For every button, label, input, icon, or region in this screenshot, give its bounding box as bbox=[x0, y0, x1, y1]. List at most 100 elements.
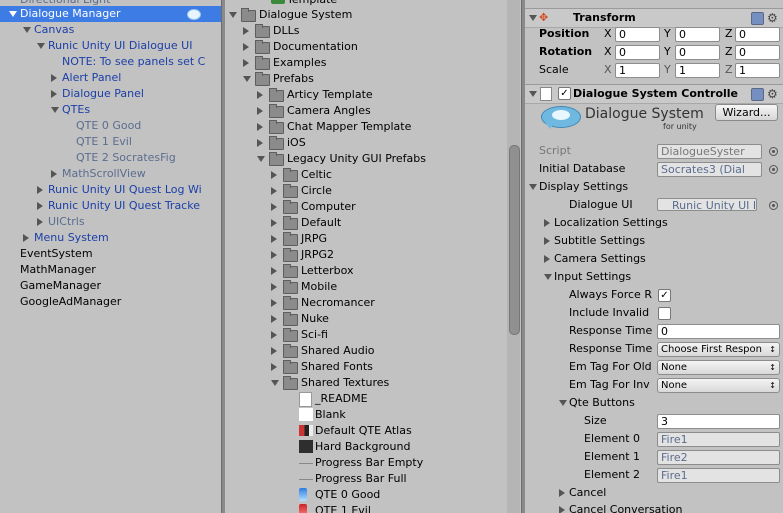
rotation-y-field[interactable]: 0 bbox=[675, 45, 720, 60]
expand-closed-icon[interactable] bbox=[257, 91, 263, 99]
project-folder[interactable]: JRPG2 bbox=[225, 247, 507, 263]
project-folder[interactable]: Camera Angles bbox=[225, 103, 507, 119]
help-icon[interactable] bbox=[751, 88, 764, 101]
expand-closed-icon[interactable] bbox=[271, 363, 277, 371]
position-y-field[interactable]: 0 bbox=[675, 27, 720, 42]
project-folder[interactable]: Shared Textures bbox=[225, 375, 507, 391]
foldout-closed-icon[interactable] bbox=[559, 489, 565, 497]
project-folder[interactable]: Prefabs bbox=[225, 71, 507, 87]
hierarchy-item[interactable]: GoogleAdManager bbox=[0, 294, 221, 310]
project-folder[interactable]: Default bbox=[225, 215, 507, 231]
display-settings-row[interactable]: Display Settings bbox=[525, 179, 783, 195]
object-picker-icon[interactable] bbox=[769, 165, 778, 174]
expand-closed-icon[interactable] bbox=[271, 219, 277, 227]
expand-closed-icon[interactable] bbox=[23, 234, 29, 242]
dsc-enabled-checkbox[interactable]: ✓ bbox=[558, 87, 571, 100]
position-z-field[interactable]: 0 bbox=[735, 27, 780, 42]
project-folder[interactable]: Celtic bbox=[225, 167, 507, 183]
project-folder[interactable]: Mobile bbox=[225, 279, 507, 295]
project-folder[interactable]: iOS bbox=[225, 135, 507, 151]
expand-closed-icon[interactable] bbox=[243, 59, 249, 67]
expand-open-icon[interactable] bbox=[257, 156, 265, 162]
dsc-foldout-icon[interactable] bbox=[529, 91, 537, 97]
hierarchy-item[interactable]: GameManager bbox=[0, 278, 221, 294]
hierarchy-item[interactable]: EventSystem bbox=[0, 246, 221, 262]
expand-closed-icon[interactable] bbox=[51, 170, 57, 178]
expand-open-icon[interactable] bbox=[243, 76, 251, 82]
response-timeout-dropdown[interactable]: Choose First Respon bbox=[657, 342, 780, 357]
project-folder[interactable]: Sci-fi bbox=[225, 327, 507, 343]
expand-closed-icon[interactable] bbox=[257, 139, 263, 147]
object-picker-icon[interactable] bbox=[769, 201, 778, 210]
initial-database-field[interactable]: Socrates3 (Dial bbox=[657, 162, 762, 177]
foldout-closed-icon[interactable] bbox=[544, 255, 550, 263]
object-picker-icon[interactable] bbox=[769, 147, 778, 156]
camera-label[interactable]: Camera Settings bbox=[554, 251, 646, 267]
hierarchy-item[interactable]: Canvas bbox=[0, 22, 221, 38]
project-asset[interactable]: Progress Bar Full bbox=[225, 471, 507, 487]
qte-element-field[interactable]: Fire1 bbox=[657, 432, 780, 447]
input-settings-label[interactable]: Input Settings bbox=[554, 269, 631, 285]
display-settings-label[interactable]: Display Settings bbox=[539, 179, 628, 195]
expand-closed-icon[interactable] bbox=[271, 347, 277, 355]
project-asset[interactable]: QTE 0 Good bbox=[225, 487, 507, 503]
expand-open-icon[interactable] bbox=[271, 380, 279, 386]
localization-label[interactable]: Localization Settings bbox=[554, 215, 668, 231]
expand-closed-icon[interactable] bbox=[271, 299, 277, 307]
project-folder[interactable]: Documentation bbox=[225, 39, 507, 55]
expand-closed-icon[interactable] bbox=[257, 123, 263, 131]
dialogue-ui-field[interactable]: Runic Unity UI I bbox=[657, 198, 757, 211]
hierarchy-item[interactable]: Runic Unity UI Dialogue UI bbox=[0, 38, 221, 54]
expand-closed-icon[interactable] bbox=[51, 74, 57, 82]
qte-buttons-row[interactable]: Qte Buttons bbox=[525, 395, 783, 411]
hierarchy-item[interactable]: Menu System bbox=[0, 230, 221, 246]
scale-y-field[interactable]: 1 bbox=[675, 63, 720, 78]
expand-closed-icon[interactable] bbox=[243, 43, 249, 51]
project-folder[interactable]: Shared Fonts bbox=[225, 359, 507, 375]
hierarchy-item[interactable]: QTE 2 SocratesFig bbox=[0, 150, 221, 166]
em-tag-invalid-dropdown[interactable]: None bbox=[657, 378, 780, 393]
position-x-field[interactable]: 0 bbox=[615, 27, 660, 42]
expand-closed-icon[interactable] bbox=[51, 90, 57, 98]
foldout-open-icon[interactable] bbox=[559, 400, 567, 406]
cancel-conversation-label[interactable]: Cancel Conversation bbox=[569, 502, 683, 513]
subtitle-row[interactable]: Subtitle Settings bbox=[525, 233, 783, 249]
foldout-closed-icon[interactable] bbox=[544, 237, 550, 245]
hierarchy-item[interactable]: MathScrollView bbox=[0, 166, 221, 182]
project-folder[interactable]: Letterbox bbox=[225, 263, 507, 279]
expand-closed-icon[interactable] bbox=[271, 187, 277, 195]
project-folder[interactable]: Chat Mapper Template bbox=[225, 119, 507, 135]
project-asset[interactable]: Blank bbox=[225, 407, 507, 423]
hierarchy-item[interactable]: MathManager bbox=[0, 262, 221, 278]
expand-closed-icon[interactable] bbox=[271, 267, 277, 275]
expand-closed-icon[interactable] bbox=[271, 315, 277, 323]
hierarchy-item[interactable]: Dialogue Manager bbox=[0, 6, 221, 22]
input-settings-row[interactable]: Input Settings bbox=[525, 269, 783, 285]
expand-closed-icon[interactable] bbox=[271, 331, 277, 339]
dsc-header[interactable]: ✓ Dialogue System Controlle ⚙ bbox=[525, 84, 783, 104]
hierarchy-item[interactable]: NOTE: To see panels set C bbox=[0, 54, 221, 70]
project-folder[interactable]: Computer bbox=[225, 199, 507, 215]
gear-icon[interactable]: ⚙ bbox=[767, 88, 778, 100]
project-folder[interactable]: Dialogue System bbox=[225, 7, 507, 23]
expand-closed-icon[interactable] bbox=[271, 203, 277, 211]
em-tag-old-dropdown[interactable]: None bbox=[657, 360, 780, 375]
qte-size-field[interactable]: 3 bbox=[657, 414, 780, 429]
foldout-open-icon[interactable] bbox=[544, 274, 552, 280]
wizard-button[interactable]: Wizard... bbox=[715, 104, 778, 121]
qte-buttons-label[interactable]: Qte Buttons bbox=[569, 395, 635, 411]
scale-x-field[interactable]: 1 bbox=[615, 63, 660, 78]
transform-header[interactable]: ✥ Transform ⚙ bbox=[525, 8, 783, 28]
project-folder[interactable]: Legacy Unity GUI Prefabs bbox=[225, 151, 507, 167]
hierarchy-item[interactable]: Runic Unity UI Quest Tracke bbox=[0, 198, 221, 214]
project-folder[interactable]: DLLs bbox=[225, 23, 507, 39]
foldout-open-icon[interactable] bbox=[529, 184, 537, 190]
expand-open-icon[interactable] bbox=[51, 107, 59, 113]
hierarchy-item[interactable]: Dialogue Panel bbox=[0, 86, 221, 102]
project-asset[interactable]: Hard Background bbox=[225, 439, 507, 455]
project-folder[interactable]: Nuke bbox=[225, 311, 507, 327]
expand-open-icon[interactable] bbox=[229, 12, 237, 18]
expand-closed-icon[interactable] bbox=[243, 27, 249, 35]
expand-closed-icon[interactable] bbox=[271, 251, 277, 259]
expand-closed-icon[interactable] bbox=[257, 107, 263, 115]
